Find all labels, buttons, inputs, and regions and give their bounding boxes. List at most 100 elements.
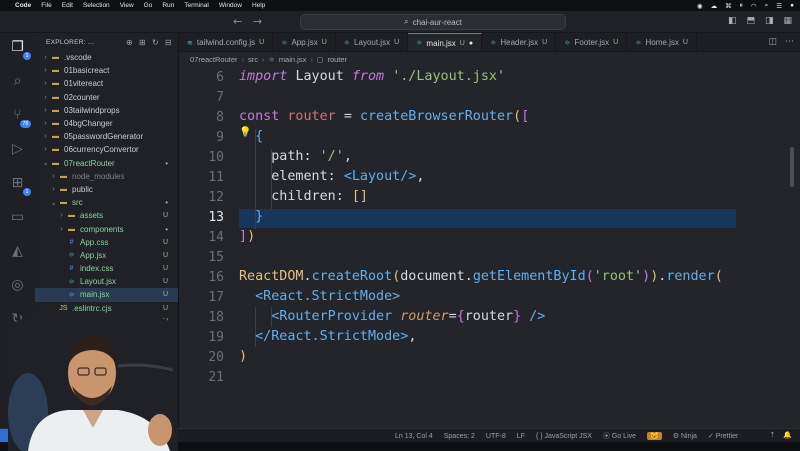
editor-tab[interactable]: ⚛ main.jsx U ● (408, 33, 483, 51)
toggle-sidebar-icon[interactable]: ◧ (728, 16, 737, 26)
folder-item[interactable]: › ▬ node_modules (35, 170, 178, 183)
file-item[interactable]: # index.css U (35, 262, 178, 275)
command-center-search[interactable]: ⌕ chai-aur-react (300, 14, 566, 30)
folder-item[interactable]: › ▬ 06currencyConvertor (35, 143, 178, 156)
editor-tab[interactable]: ⚛ App.jsx U (273, 33, 336, 51)
react-file-icon: ⚛ (268, 56, 275, 64)
editor-tab[interactable]: ≋ tailwind.config.js U (179, 33, 274, 51)
wifi-icon[interactable]: ◠ (751, 2, 757, 10)
file-item[interactable]: # App.css U (35, 236, 178, 249)
folder-item[interactable]: ⌄ ▬ src • (35, 196, 178, 209)
line-ending[interactable]: LF (517, 433, 525, 440)
editor-tab[interactable]: ⚛ Header.jsx U (482, 33, 557, 51)
react-file-icon: ⚛ (281, 39, 288, 47)
run-debug-icon[interactable]: ▷ (7, 139, 29, 159)
editor-scrollbar[interactable] (790, 147, 794, 187)
line-number: 7 (216, 90, 224, 105)
encoding[interactable]: UTF-8 (486, 433, 506, 440)
docker-icon[interactable]: ◭ (7, 241, 29, 261)
editor-actions: ◫ ⋯ (768, 37, 794, 47)
git-status-badge: U (162, 278, 168, 286)
code-line-17: <React.StrictMode> (255, 289, 401, 304)
editor-tab[interactable]: ⚛ Layout.jsx U (335, 33, 409, 51)
control-icon[interactable]: ⌘ (725, 2, 732, 10)
folder-item[interactable]: › ▬ .vscode (35, 51, 178, 64)
record-icon[interactable]: ◉ (697, 2, 703, 10)
menu-help[interactable]: Help (252, 2, 265, 9)
toggle-secondary-sidebar-icon[interactable]: ◨ (765, 16, 774, 26)
file-item[interactable]: ⚛ main.jsx U (35, 288, 178, 302)
unsaved-dot-icon[interactable]: ● (469, 40, 473, 47)
folder-item[interactable]: › ▬ 03tailwindprops (35, 104, 178, 117)
folder-item[interactable]: › ▬ 04bgChanger (35, 117, 178, 130)
folder-file-icon: ▬ (68, 212, 75, 220)
control-center-icon[interactable]: ☰ (776, 2, 782, 10)
language-mode[interactable]: { } JavaScript JSX (536, 433, 592, 440)
folder-item[interactable]: › ▬ public (35, 183, 178, 196)
editor-tab[interactable]: ⚛ Home.jsx U (627, 33, 697, 51)
folder-item[interactable]: › ▬ 05passwordGenerator (35, 130, 178, 143)
menu-run[interactable]: Run (162, 2, 174, 9)
remote-explorer-icon[interactable]: ▭ (7, 207, 29, 227)
file-item[interactable]: JS .eslintrc.cjs U (35, 302, 178, 315)
cloud-icon[interactable]: ☁ (711, 2, 718, 10)
search-icon[interactable]: ⌕ (765, 2, 769, 10)
search-icon[interactable]: ⌕ (7, 71, 29, 91)
forward-arrow-icon[interactable]: → (253, 15, 262, 28)
folder-item[interactable]: › ▬ 02counter (35, 91, 178, 104)
collapse-all-icon[interactable]: ⊟ (165, 38, 172, 47)
github-icon[interactable]: ◎ (7, 275, 29, 295)
cursor-position[interactable]: Ln 13, Col 4 (395, 433, 433, 440)
menu-selection[interactable]: Selection (83, 2, 110, 9)
folder-item[interactable]: › ▬ assets U (35, 209, 178, 222)
ninja-button[interactable]: ⚙ Ninja (673, 432, 697, 440)
folder-item[interactable]: › ▬ 01vitereact (35, 77, 178, 90)
folder-item[interactable]: › ▬ 01basicreact (35, 64, 178, 77)
file-item[interactable]: ⚛ Layout.jsx U (35, 275, 178, 288)
menu-window[interactable]: Window (219, 2, 242, 9)
breadcrumb-file[interactable]: main.jsx (279, 55, 307, 64)
git-status-badge: U (162, 265, 168, 273)
ninja-cat-icon[interactable]: 🐱 (647, 432, 662, 440)
folder-item[interactable]: ⌄ ▬ 07reactRouter • (35, 157, 178, 170)
more-actions-icon[interactable]: ⋯ (785, 37, 794, 47)
go-live-button[interactable]: ⦿ Go Live (603, 431, 636, 441)
back-arrow-icon[interactable]: ← (233, 15, 242, 28)
new-folder-icon[interactable]: ⊞ (139, 38, 146, 47)
new-file-icon[interactable]: ⊕ (126, 38, 133, 47)
menu-view[interactable]: View (120, 2, 134, 9)
menu-app-name[interactable]: Code (15, 2, 31, 9)
split-editor-icon[interactable]: ◫ (768, 37, 777, 47)
breadcrumb-symbol[interactable]: router (327, 55, 347, 64)
extensions-icon[interactable]: ⊞ 1 (7, 173, 31, 196)
menu-file[interactable]: File (41, 2, 51, 9)
folder-item[interactable]: › ▬ components • (35, 222, 178, 235)
explorer-toolbar: ⊕ ⊞ ↻ ⊟ (126, 38, 178, 47)
editor-tab[interactable]: ⚛ Footer.jsx U (556, 33, 628, 51)
toggle-panel-icon[interactable]: ⬒ (746, 16, 755, 26)
folder-file-icon: ▬ (60, 199, 67, 207)
prettier-label: Prettier (715, 433, 739, 440)
prettier-button[interactable]: ✓ Prettier (708, 432, 738, 440)
breadcrumb-folder[interactable]: 07reactRouter (190, 55, 238, 64)
css-file-icon: # (69, 238, 74, 246)
code-editor[interactable]: 6 7 8 9 10 11 12 13 14 15 16 17 18 19 20 21 💡 import La… (179, 67, 800, 428)
pause-icon[interactable]: ⏸ (740, 2, 743, 10)
source-control-icon[interactable]: ⑂ 78 (7, 105, 31, 128)
folder-file-icon: ▬ (52, 120, 59, 128)
breadcrumb-src[interactable]: src (248, 55, 258, 64)
search-icon: ⌕ (404, 17, 409, 26)
line-number: 17 (208, 290, 224, 305)
siri-icon[interactable]: ● (790, 2, 794, 9)
live-share-icon[interactable]: ⇡ (769, 431, 775, 439)
indentation[interactable]: Spaces: 2 (444, 433, 475, 440)
menu-terminal[interactable]: Terminal (184, 2, 209, 9)
refresh-icon[interactable]: ↻ (152, 38, 159, 47)
menu-go[interactable]: Go (144, 2, 153, 9)
explorer-icon[interactable]: ❐ 1 (7, 37, 31, 60)
menu-edit[interactable]: Edit (62, 2, 73, 9)
notifications-icon[interactable]: 🔔 (783, 431, 792, 439)
file-item[interactable]: ⚛ App.jsx U (35, 249, 178, 262)
tab-label: Header.jsx (500, 38, 539, 47)
customize-layout-icon[interactable]: ▦ (783, 16, 792, 26)
